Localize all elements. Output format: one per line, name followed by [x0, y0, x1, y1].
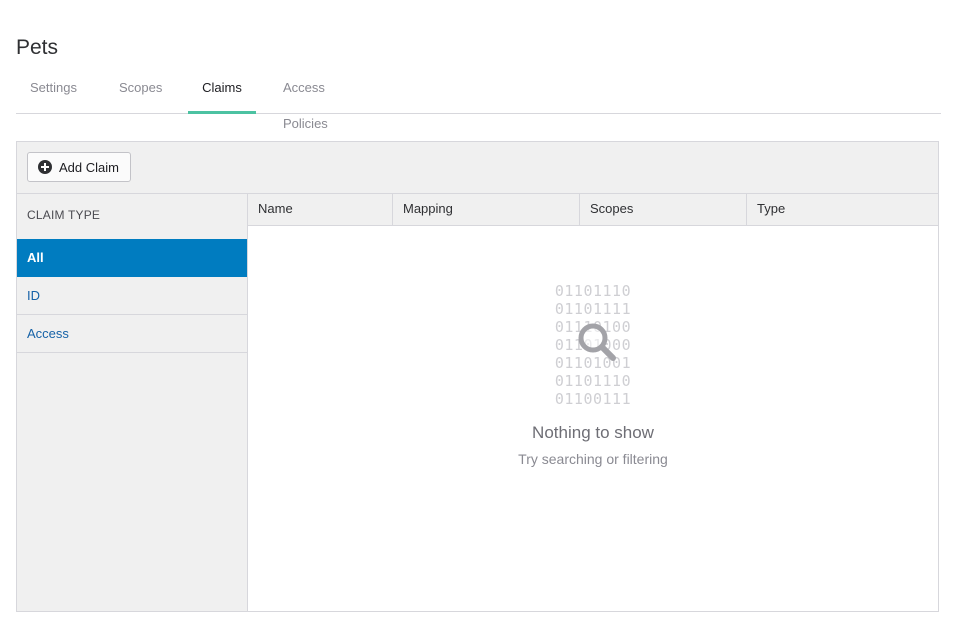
page-title: Pets — [16, 36, 59, 60]
column-header-name[interactable]: Name — [248, 194, 393, 225]
column-header-type[interactable]: Type — [747, 194, 938, 225]
empty-state: 01101110 01101111 01110100 01101000 0110… — [248, 282, 938, 467]
binary-line: 01100111 — [554, 390, 632, 408]
magnifier-icon — [578, 323, 616, 361]
tab-settings[interactable]: Settings — [16, 70, 92, 113]
sidebar-item-access[interactable]: Access — [17, 315, 247, 353]
tab-access-policies[interactable]: Access Policies — [256, 70, 386, 131]
tab-bar: Settings Scopes Claims Access Policies — [16, 70, 941, 131]
add-claim-label: Add Claim — [59, 159, 119, 175]
binary-line: 01101110 — [554, 372, 632, 390]
claims-table: Name Mapping Scopes Type 01101110 011011… — [248, 193, 938, 611]
tab-scopes[interactable]: Scopes — [92, 70, 188, 113]
binary-illustration: 01101110 01101111 01110100 01101000 0110… — [555, 282, 631, 408]
tab-claims[interactable]: Claims — [188, 70, 256, 114]
claims-panel: Add Claim CLAIM TYPE All ID Access Name … — [16, 141, 939, 612]
column-header-scopes[interactable]: Scopes — [580, 194, 747, 225]
empty-state-subtitle: Try searching or filtering — [518, 451, 668, 467]
add-claim-button[interactable]: Add Claim — [27, 152, 131, 182]
plus-circle-icon — [38, 160, 52, 174]
binary-line: 01101111 — [554, 300, 632, 318]
sidebar-header: CLAIM TYPE — [27, 208, 101, 222]
toolbar: Add Claim — [17, 142, 938, 193]
claim-type-sidebar: CLAIM TYPE All ID Access — [17, 193, 248, 611]
binary-line: 01101110 — [554, 282, 632, 300]
sidebar-item-id[interactable]: ID — [17, 277, 247, 315]
column-header-mapping[interactable]: Mapping — [393, 194, 580, 225]
empty-state-title: Nothing to show — [532, 423, 654, 442]
table-header: Name Mapping Scopes Type — [248, 194, 938, 226]
sidebar-item-all[interactable]: All — [17, 239, 247, 277]
